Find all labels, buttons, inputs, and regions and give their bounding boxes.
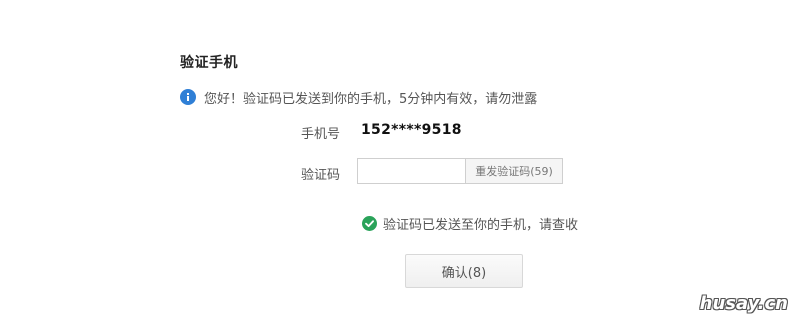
sent-status: 验证码已发送至你的手机，请查收: [362, 214, 578, 233]
sent-status-text: 验证码已发送至你的手机，请查收: [383, 218, 579, 233]
watermark: husay.cn: [699, 293, 788, 314]
verification-code-input[interactable]: [357, 158, 465, 184]
code-label: 验证码: [300, 168, 340, 183]
confirm-button[interactable]: 确认(8): [405, 254, 523, 288]
sms-notice: 您好！验证码已发送到你的手机，5分钟内有效，请勿泄露: [180, 88, 538, 107]
check-circle-icon: [362, 216, 377, 231]
notice-text: 您好！验证码已发送到你的手机，5分钟内有效，请勿泄露: [204, 91, 538, 107]
phone-label: 手机号: [300, 127, 340, 142]
page-title: 验证手机: [180, 55, 238, 71]
phone-number: 152****9518: [361, 122, 462, 138]
resend-code-button[interactable]: 重发验证码(59): [465, 158, 563, 184]
info-icon: [180, 89, 196, 105]
